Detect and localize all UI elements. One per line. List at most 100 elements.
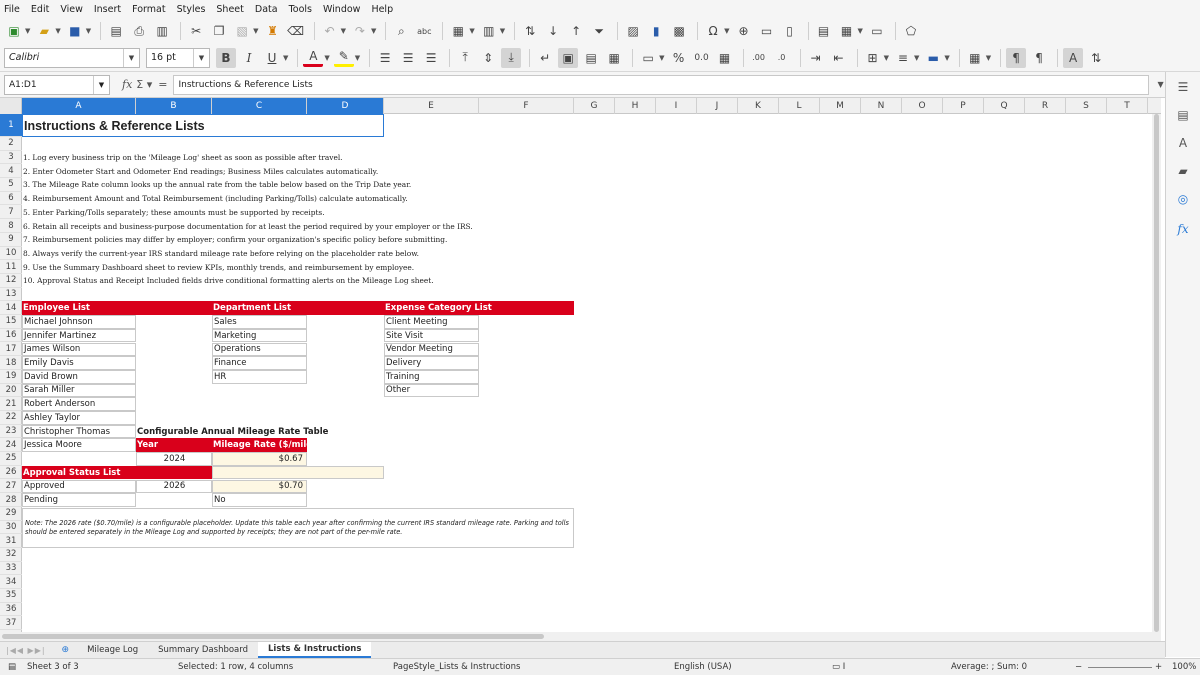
font-color-dropdown-icon[interactable]: ▼ xyxy=(324,54,329,62)
rate-value-cell[interactable]: $0.67 xyxy=(212,452,307,466)
employee-item[interactable]: Robert Anderson xyxy=(22,397,136,411)
tab-summary-dashboard[interactable]: Summary Dashboard xyxy=(148,642,258,658)
currency-format-icon[interactable]: ▭ xyxy=(638,48,658,68)
left-to-right-icon[interactable]: ¶ xyxy=(1006,47,1027,68)
column-header-b[interactable]: B xyxy=(136,98,212,114)
zoom-out-icon[interactable]: − xyxy=(1075,662,1082,672)
instruction-line[interactable]: 2. Enter Odometer Start and Odometer End… xyxy=(22,164,378,178)
column-header-d[interactable]: D xyxy=(307,98,384,114)
show-draw-functions-icon[interactable]: ⬠ xyxy=(901,21,921,41)
category-item[interactable]: Delivery xyxy=(384,356,479,370)
menu-format[interactable]: Format xyxy=(132,4,165,15)
underline-icon[interactable]: U xyxy=(262,48,282,68)
pivot-table-icon[interactable]: ▩ xyxy=(669,21,689,41)
menu-insert[interactable]: Insert xyxy=(94,4,121,15)
clone-format-icon[interactable]: ♜ xyxy=(263,21,283,41)
row-header[interactable]: 33 xyxy=(0,562,22,576)
autofilter-icon[interactable]: ⏷ xyxy=(589,21,609,41)
border-color-icon[interactable]: ▬ xyxy=(923,48,943,68)
border-style-dropdown-icon[interactable]: ▼ xyxy=(914,54,919,62)
rate-table-rate-header[interactable]: Mileage Rate ($/mile) xyxy=(212,438,307,453)
find-replace-icon[interactable]: ⌕ xyxy=(391,21,411,41)
row-header[interactable]: 16 xyxy=(0,329,22,343)
column-header-k[interactable]: K xyxy=(738,98,779,114)
row-header[interactable]: 28 xyxy=(0,493,22,507)
text-direction-icon[interactable]: ⇅ xyxy=(1086,48,1106,68)
category-list-header[interactable]: Expense Category List xyxy=(384,301,574,315)
row-header[interactable]: 23 xyxy=(0,425,22,439)
instruction-line[interactable]: 10. Approval Status and Receipt Included… xyxy=(22,274,434,288)
sort-icon[interactable]: ⇅ xyxy=(520,21,540,41)
italic-icon[interactable]: I xyxy=(239,48,259,68)
increase-indent-icon[interactable]: ⇥ xyxy=(806,48,826,68)
tab-lists-instructions[interactable]: Lists & Instructions xyxy=(258,642,372,658)
employee-item[interactable]: Michael Johnson xyxy=(22,315,136,329)
department-item[interactable]: Sales xyxy=(212,315,307,329)
instruction-line[interactable]: 3. The Mileage Rate column looks up the … xyxy=(22,178,411,192)
menu-help[interactable]: Help xyxy=(371,4,393,15)
instruction-line[interactable]: 6. Retain all receipts and business-purp… xyxy=(22,219,473,233)
status-language[interactable]: English (USA) xyxy=(674,662,732,672)
employee-item[interactable]: Ashley Taylor xyxy=(22,411,136,425)
status-page-style[interactable]: PageStyle_Lists & Instructions xyxy=(393,662,520,672)
column-header-m[interactable]: M xyxy=(820,98,861,114)
font-size-box[interactable]: 16 pt ▼ xyxy=(146,47,210,68)
approval-item[interactable]: Pending xyxy=(22,493,136,507)
font-name-box[interactable]: Calibri ▼ xyxy=(4,47,140,68)
row-header[interactable]: 8 xyxy=(0,219,22,233)
row-header[interactable]: 35 xyxy=(0,589,22,603)
add-sheet-icon[interactable]: ⊕ xyxy=(62,645,70,655)
row-header[interactable]: 26 xyxy=(0,466,22,480)
align-top-icon[interactable]: ⤒ xyxy=(455,48,475,68)
category-item[interactable]: Other xyxy=(384,383,479,398)
selection-mode-icon[interactable]: ▭ I xyxy=(832,662,845,672)
employee-item[interactable]: Emily Davis xyxy=(22,356,136,370)
zoom-slider[interactable] xyxy=(1088,667,1152,668)
receipt-option-cell[interactable]: No xyxy=(212,493,307,507)
new-icon[interactable]: ▣ xyxy=(4,21,24,41)
split-window-icon[interactable]: ▭ xyxy=(867,21,887,41)
chevron-down-icon[interactable]: ▼ xyxy=(193,48,209,67)
instruction-line[interactable]: 7. Reimbursement policies may differ by … xyxy=(22,233,447,247)
border-color-dropdown-icon[interactable]: ▼ xyxy=(944,54,949,62)
open-icon[interactable]: ▰ xyxy=(34,21,54,41)
zoom-level[interactable]: 100% xyxy=(1172,662,1196,672)
row-header[interactable]: 18 xyxy=(0,356,22,370)
menu-styles[interactable]: Styles xyxy=(177,4,206,15)
menu-sheet[interactable]: Sheet xyxy=(216,4,243,15)
borders-dropdown-icon[interactable]: ▼ xyxy=(884,54,889,62)
column-header-c[interactable]: C xyxy=(212,98,307,114)
employee-item[interactable]: Sarah Miller xyxy=(22,383,136,398)
sort-ascending-icon[interactable]: ↓ xyxy=(543,21,563,41)
employee-item[interactable]: James Wilson xyxy=(22,342,136,357)
sum-icon[interactable]: Σ ▾ xyxy=(136,78,152,91)
print-icon[interactable]: ⎙ xyxy=(129,21,149,41)
row-header[interactable]: 1 xyxy=(0,114,22,137)
rate-year-cell[interactable]: 2024 xyxy=(136,452,212,466)
rate-table-title[interactable]: Configurable Annual Mileage Rate Table xyxy=(136,425,336,439)
rate-table-year-header[interactable]: Year xyxy=(136,438,212,453)
approval-list-header[interactable]: Approval Status List xyxy=(22,465,212,480)
define-print-area-icon[interactable]: ▤ xyxy=(814,21,834,41)
freeze-dropdown-icon[interactable]: ▼ xyxy=(858,27,863,35)
column-header-q[interactable]: Q xyxy=(984,98,1025,114)
print-preview-icon[interactable]: ▥ xyxy=(152,21,172,41)
formula-input[interactable]: Instructions & Reference Lists xyxy=(173,74,1150,95)
column-header-p[interactable]: P xyxy=(943,98,984,114)
row-header[interactable]: 24 xyxy=(0,438,22,453)
highlight-dropdown-icon[interactable]: ▼ xyxy=(355,54,360,62)
rate-value-cell[interactable]: $0.70 xyxy=(212,479,307,494)
image-icon[interactable]: ▨ xyxy=(623,21,643,41)
row-header[interactable]: 22 xyxy=(0,411,22,425)
row-header[interactable]: 7 xyxy=(0,206,22,220)
column-header-i[interactable]: I xyxy=(656,98,697,114)
formula-equals-icon[interactable]: = xyxy=(158,78,167,91)
department-item[interactable]: HR xyxy=(212,369,307,384)
column-header-j[interactable]: J xyxy=(697,98,738,114)
functions-icon[interactable]: fx xyxy=(1174,220,1192,238)
employee-item[interactable]: Jennifer Martinez xyxy=(22,328,136,343)
save-dropdown-icon[interactable]: ▼ xyxy=(86,27,91,35)
freeze-icon[interactable]: ▦ xyxy=(837,21,857,41)
instruction-line[interactable]: 5. Enter Parking/Tolls separately; these… xyxy=(22,206,325,220)
conditional-format-icon[interactable]: ▦ xyxy=(965,48,985,68)
